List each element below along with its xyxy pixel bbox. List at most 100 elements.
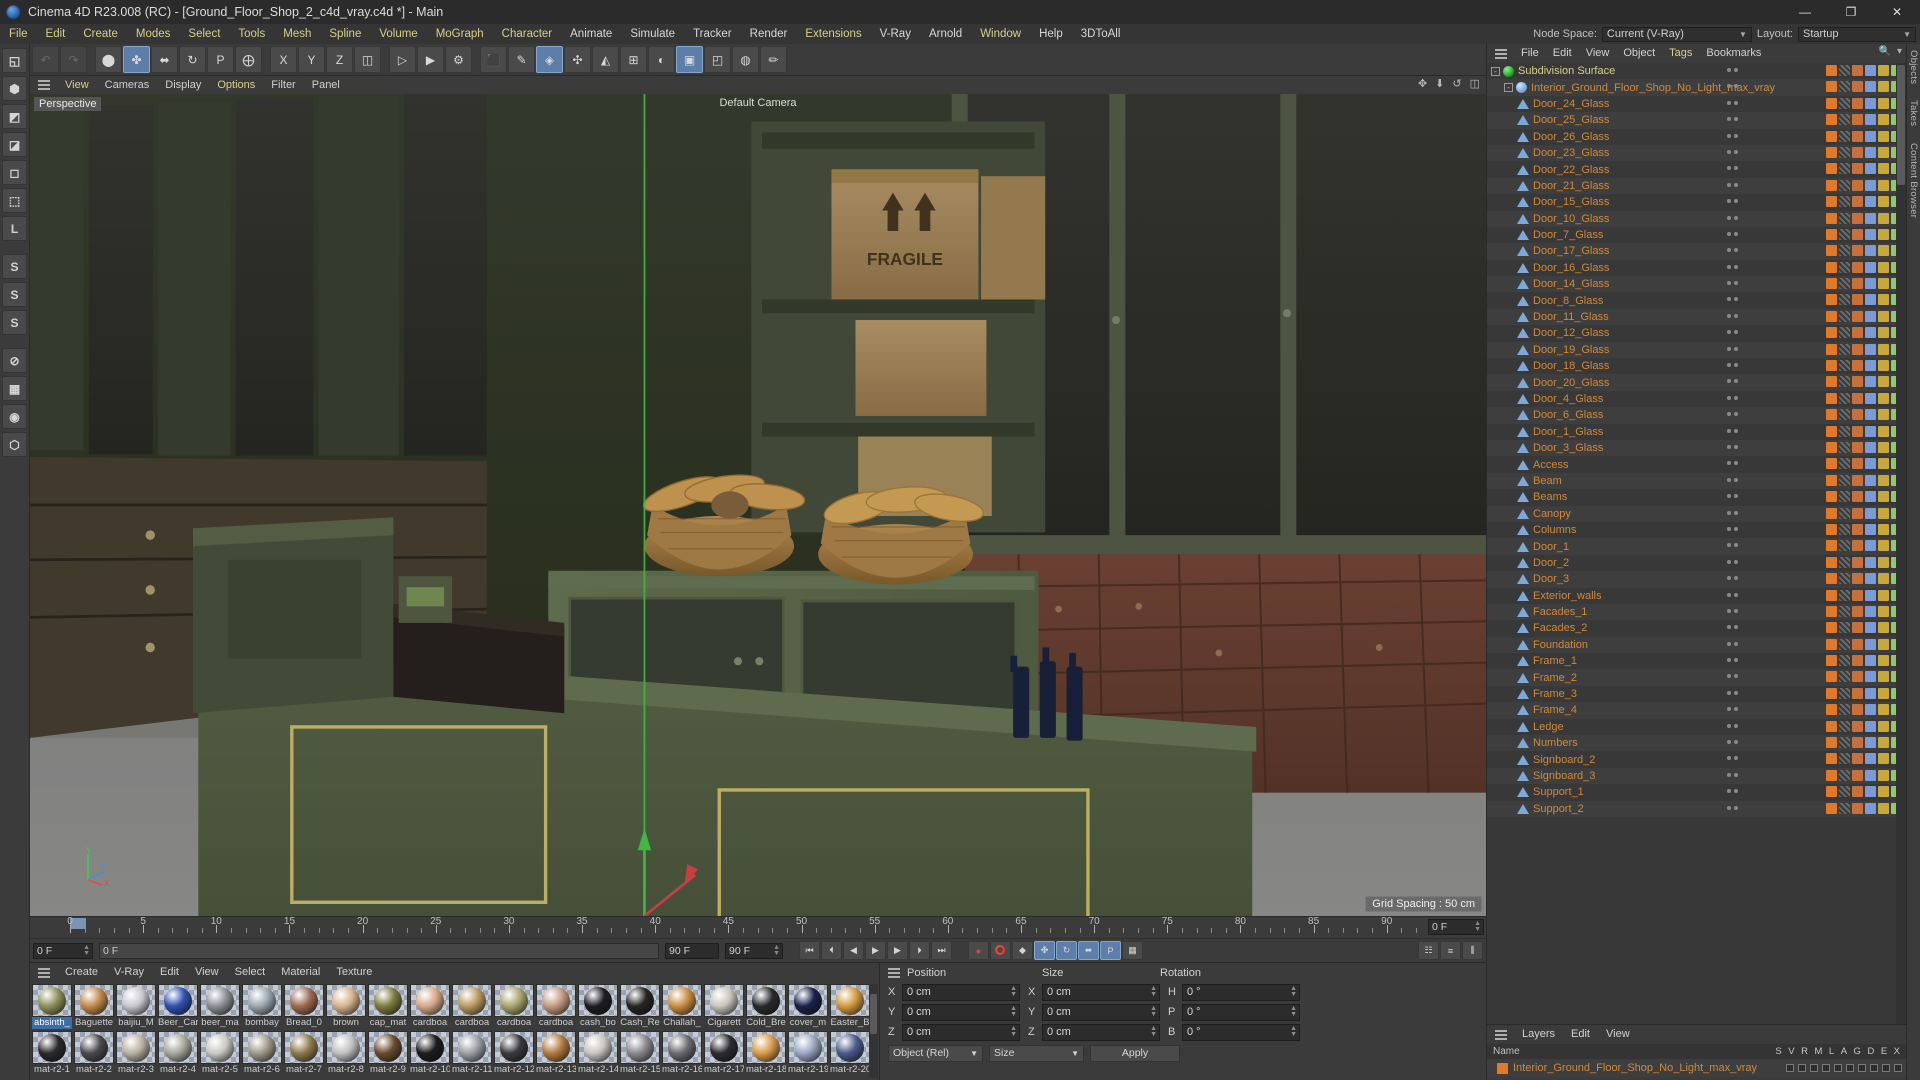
spinner-icon[interactable]: ▲ ▼ xyxy=(1290,1005,1297,1018)
autokeying-button[interactable]: ⭕ xyxy=(990,941,1011,960)
material-swatch[interactable] xyxy=(494,1031,534,1064)
object-row[interactable]: Facades_2 xyxy=(1487,620,1906,636)
object-row[interactable]: Door_1_Glass xyxy=(1487,424,1906,440)
edge-tab-objects[interactable]: Objects xyxy=(1908,50,1919,84)
object-tag-3[interactable] xyxy=(1865,376,1876,388)
object-row[interactable]: Door_2 xyxy=(1487,555,1906,571)
menu-item-arnold[interactable]: Arnold xyxy=(920,24,971,44)
object-tag-2[interactable] xyxy=(1852,228,1863,240)
object-row[interactable]: - Interior_Ground_Floor_Shop_No_Light_max… xyxy=(1487,79,1906,96)
object-tag-3[interactable] xyxy=(1865,671,1876,683)
object-row[interactable]: Support_1 xyxy=(1487,784,1906,800)
rotate-view-icon[interactable]: ↺ xyxy=(1452,77,1461,90)
material-cell[interactable]: mat-r2-10 xyxy=(410,1031,450,1078)
object-tree[interactable]: - Subdivision Surface - Interior_Ground_Flo… xyxy=(1487,63,1906,1024)
expander-icon[interactable]: - xyxy=(1491,66,1500,76)
live-selection-tool[interactable]: ◱ xyxy=(2,48,27,73)
object-tag-2[interactable] xyxy=(1852,704,1863,716)
object-tag-0[interactable] xyxy=(1826,425,1837,437)
object-tree-scrollbar[interactable] xyxy=(1896,63,1906,1024)
keyframe-selection-button[interactable]: ◆ xyxy=(1012,941,1033,960)
object-tag-3[interactable] xyxy=(1865,622,1876,634)
layer-menu-edit[interactable]: Edit xyxy=(1563,1025,1598,1044)
material-grid[interactable]: absinth_ Baguette baijiu_M Beer_Car beer_ma b… xyxy=(30,982,879,1080)
material-cell[interactable]: Cold_Bre xyxy=(746,984,786,1031)
object-tag-3[interactable] xyxy=(1865,114,1876,126)
material-menu-view[interactable]: View xyxy=(187,963,227,982)
object-tag-3[interactable] xyxy=(1865,196,1876,208)
workplane-tool[interactable]: S xyxy=(2,282,27,307)
object-tag-3[interactable] xyxy=(1865,278,1876,290)
timeline-button[interactable]: ≡ xyxy=(1440,941,1461,960)
object-tag-3[interactable] xyxy=(1865,474,1876,486)
object-row[interactable]: Door_15_Glass xyxy=(1487,194,1906,210)
spinner-icon[interactable]: ▲ ▼ xyxy=(1150,1025,1157,1038)
size-y-field[interactable]: 0 cm ▲ ▼ xyxy=(1042,1003,1160,1021)
object-row[interactable]: Door_21_Glass xyxy=(1487,177,1906,195)
material-swatch[interactable] xyxy=(368,984,408,1017)
material-swatch[interactable] xyxy=(326,1031,366,1064)
menu-item-tools[interactable]: Tools xyxy=(229,24,274,44)
object-tag-1[interactable] xyxy=(1839,196,1850,208)
object-visibility-dots[interactable] xyxy=(1727,297,1738,302)
object-tag-4[interactable] xyxy=(1878,737,1889,749)
object-tag-2[interactable] xyxy=(1852,491,1863,503)
y-axis-lock-button[interactable]: Y xyxy=(298,46,325,73)
object-tag-4[interactable] xyxy=(1878,556,1889,568)
object-tag-2[interactable] xyxy=(1852,163,1863,175)
object-row[interactable]: Door_11_Glass xyxy=(1487,308,1906,326)
object-tag-1[interactable] xyxy=(1839,425,1850,437)
object-tag-1[interactable] xyxy=(1839,753,1850,765)
material-cell[interactable]: absinth_ xyxy=(32,984,72,1031)
object-row[interactable]: Door_4_Glass xyxy=(1487,391,1906,407)
material-cell[interactable]: Beer_Car xyxy=(158,984,198,1031)
object-row[interactable]: Support_2 xyxy=(1487,800,1906,817)
subdivision-surface-button[interactable]: ◈ xyxy=(536,46,563,73)
object-tag-3[interactable] xyxy=(1865,720,1876,732)
object-tag-2[interactable] xyxy=(1852,294,1863,306)
undo-button[interactable]: ↶ xyxy=(32,46,59,73)
apply-button[interactable]: Apply xyxy=(1090,1044,1180,1062)
material-cell[interactable]: Cash_Re xyxy=(620,984,660,1031)
material-cell[interactable]: mat-r2-5 xyxy=(200,1031,240,1078)
menu-item-extensions[interactable]: Extensions xyxy=(796,24,870,44)
object-tag-0[interactable] xyxy=(1826,458,1837,470)
timeline-frame-field-top[interactable]: 0 F ▲ ▼ xyxy=(1428,919,1484,935)
object-tag-3[interactable] xyxy=(1865,245,1876,257)
object-tag-2[interactable] xyxy=(1852,737,1863,749)
object-tag-1[interactable] xyxy=(1839,409,1850,421)
menu-item-edit[interactable]: Edit xyxy=(37,24,75,44)
object-tag-3[interactable] xyxy=(1865,65,1876,76)
object-tag-1[interactable] xyxy=(1839,737,1850,749)
object-tag-0[interactable] xyxy=(1826,737,1837,749)
object-visibility-dots[interactable] xyxy=(1727,756,1738,761)
object-tag-0[interactable] xyxy=(1826,523,1837,535)
size-z-field[interactable]: 0 cm ▲ ▼ xyxy=(1042,1023,1160,1041)
material-cell[interactable]: Challah_ xyxy=(662,984,702,1031)
object-tag-2[interactable] xyxy=(1852,802,1863,814)
rotation-p-field[interactable]: 0 ° ▲ ▼ xyxy=(1182,1003,1300,1021)
hamburger-icon[interactable] xyxy=(1495,1029,1507,1040)
f-curve-button[interactable]: ⫼ xyxy=(1462,941,1483,960)
maximize-button[interactable]: ❐ xyxy=(1828,0,1874,24)
object-row[interactable]: Columns xyxy=(1487,522,1906,538)
material-swatch[interactable] xyxy=(32,1031,72,1064)
viewport-menu-panel[interactable]: Panel xyxy=(304,76,348,94)
object-tag-0[interactable] xyxy=(1826,704,1837,716)
material-swatch[interactable] xyxy=(746,984,786,1017)
material-cell[interactable]: mat-r2-2 xyxy=(74,1031,114,1078)
object-tag-3[interactable] xyxy=(1865,294,1876,306)
object-tag-1[interactable] xyxy=(1839,605,1850,617)
object-visibility-dots[interactable] xyxy=(1727,641,1738,646)
object-tag-3[interactable] xyxy=(1865,179,1876,191)
object-visibility-dots[interactable] xyxy=(1727,100,1738,105)
material-cell[interactable]: bombay xyxy=(242,984,282,1031)
object-visibility-dots[interactable] xyxy=(1727,166,1738,171)
3d-viewport[interactable]: Perspective Default Camera Grid Spacing … xyxy=(30,94,1486,916)
object-tag-1[interactable] xyxy=(1839,638,1850,650)
menu-item-render[interactable]: Render xyxy=(741,24,797,44)
object-tag-0[interactable] xyxy=(1826,687,1837,699)
size-x-field[interactable]: 0 cm ▲ ▼ xyxy=(1042,983,1160,1001)
object-visibility-dots[interactable] xyxy=(1727,805,1738,810)
cube-primitive-button[interactable]: ⬛ xyxy=(480,46,507,73)
